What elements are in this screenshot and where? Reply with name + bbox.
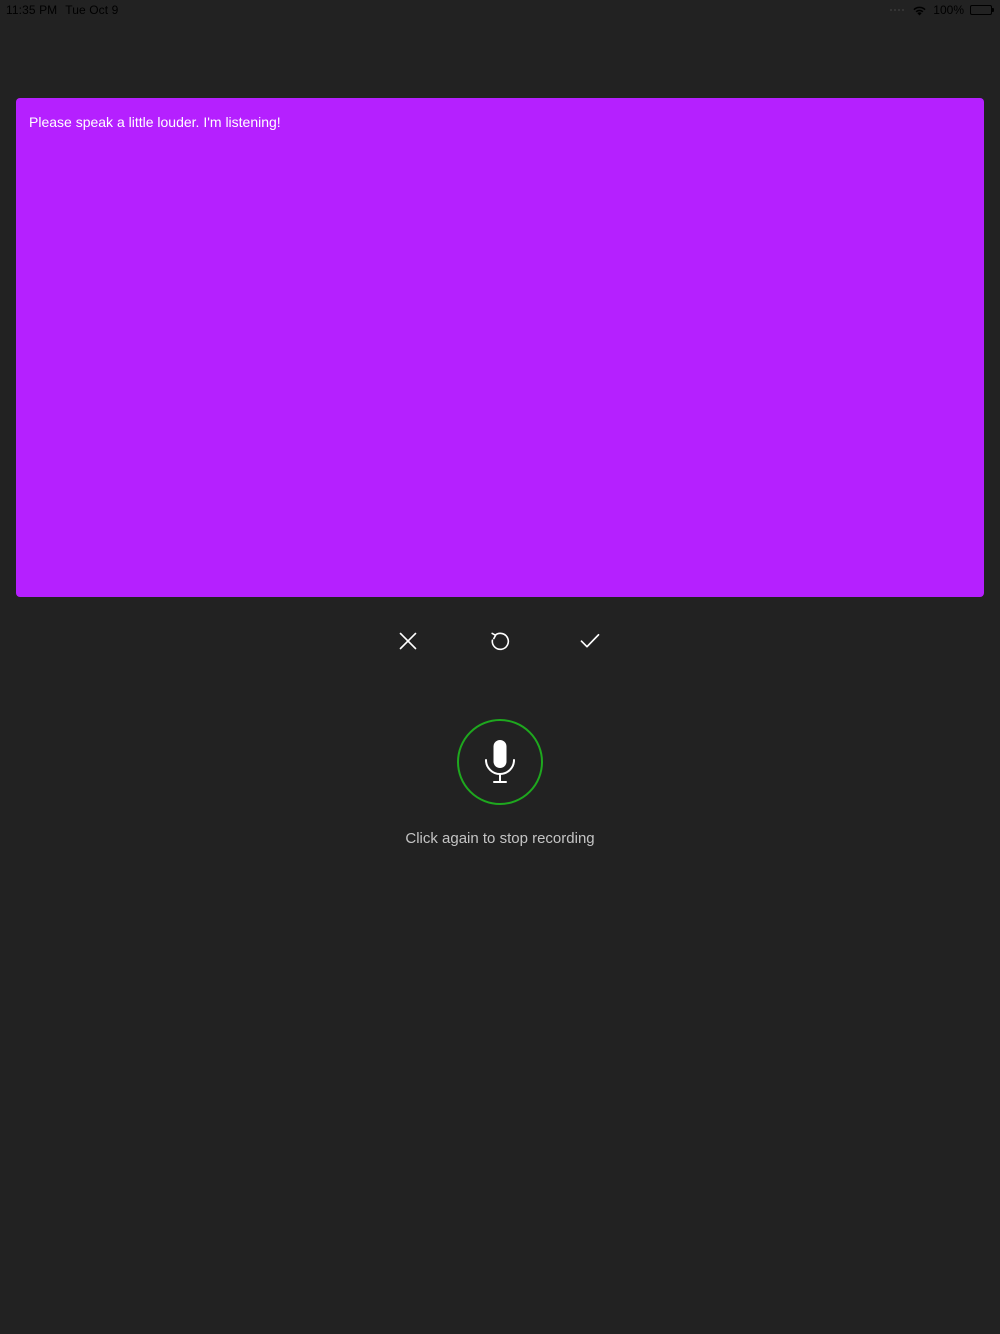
status-right: 100% (890, 3, 994, 17)
battery-percent: 100% (933, 3, 964, 17)
battery-icon (970, 5, 994, 15)
transcript-text: Please speak a little louder. I'm listen… (29, 114, 281, 130)
retry-button[interactable] (485, 626, 515, 656)
close-icon (399, 632, 417, 650)
checkmark-icon (580, 633, 600, 648)
transcript-panel: Please speak a little louder. I'm listen… (16, 98, 984, 597)
status-date: Tue Oct 9 (65, 3, 119, 17)
action-bar (0, 626, 1000, 656)
status-bar: 11:35 PM Tue Oct 9 100% (0, 0, 1000, 20)
recording-hint: Click again to stop recording (405, 830, 595, 847)
signal-dots-icon (890, 9, 905, 11)
wifi-icon (913, 6, 926, 16)
status-time: 11:35 PM (6, 3, 58, 17)
status-left: 11:35 PM Tue Oct 9 (6, 3, 118, 17)
record-button[interactable] (457, 719, 543, 805)
confirm-button[interactable] (575, 626, 605, 656)
cancel-button[interactable] (393, 626, 423, 656)
retry-icon (491, 632, 510, 651)
microphone-icon (485, 740, 515, 783)
